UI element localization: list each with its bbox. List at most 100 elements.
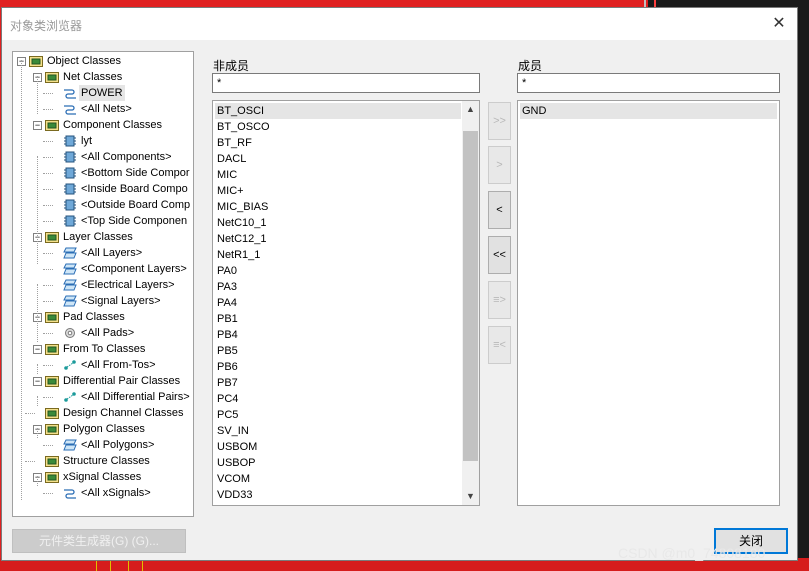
tree-item[interactable]: <All Nets> [13,101,193,117]
list-item[interactable]: PB7 [215,375,461,391]
members-list[interactable]: GND [517,100,780,506]
from-to-classes-icon [45,343,59,355]
list-item[interactable]: NetC10_1 [215,215,461,231]
pad-classes-icon [45,311,59,323]
tree-item-label: Differential Pair Classes [63,375,181,387]
tree-item-label: Component Classes [63,119,163,131]
tree-item[interactable]: − From To Classes [13,341,193,357]
tree-item[interactable]: − Component Classes [13,117,193,133]
list-item[interactable]: USBOP [215,455,461,471]
non-members-list[interactable]: BT_OSCI BT_OSCO BT_RF DACL MIC MIC+ MIC_BIAS Ne… [212,100,480,506]
list-item[interactable]: PB4 [215,327,461,343]
diff-pair-classes-icon [45,375,59,387]
tree-item[interactable]: Structure Classes [13,453,193,469]
list-item[interactable]: VDD33 [215,487,461,503]
tree-item[interactable]: − Differential Pair Classes [13,373,193,389]
tree-connector [43,205,53,206]
list-item[interactable]: BT_RF [215,135,461,151]
list-item[interactable]: PC5 [215,407,461,423]
tree-item[interactable]: <All From-Tos> [13,357,193,373]
tree-item-label: POWER [79,85,125,101]
net-classes-icon [45,71,59,83]
tree-item[interactable]: − Pad Classes [13,309,193,325]
list-item[interactable]: VCOM [215,471,461,487]
list-item[interactable]: PA4 [215,295,461,311]
remove-button[interactable]: < [488,191,511,229]
list-item[interactable]: BT_OSCO [215,119,461,135]
list-item[interactable]: BT_OSCI [215,103,461,119]
scroll-down-icon[interactable]: ▼ [462,488,479,505]
add-all-button[interactable]: >> [488,102,511,140]
tree-connector [43,397,53,398]
list-item[interactable]: SV_IN [215,423,461,439]
tree-item[interactable]: <All xSignals> [13,485,193,501]
tree-item[interactable]: POWER [13,85,193,101]
component-class-icon [63,135,77,147]
tree-item[interactable]: <All Polygons> [13,437,193,453]
list-item[interactable]: NetC12_1 [215,231,461,247]
tree-item[interactable]: − Polygon Classes [13,421,193,437]
members-filter-input[interactable] [517,73,780,93]
tree-item-label: <All Polygons> [81,439,155,451]
tree-connector [43,173,53,174]
list-item[interactable]: USBOM [215,439,461,455]
add-button[interactable]: > [488,146,511,184]
list-item[interactable]: DACL [215,151,461,167]
tree-item[interactable]: <Signal Layers> [13,293,193,309]
tree-item[interactable]: − Layer Classes [13,229,193,245]
tree-item-label: <All Differential Pairs> [81,391,190,403]
tree-item[interactable]: <All Components> [13,149,193,165]
scrollbar-thumb[interactable] [463,131,478,461]
remove-all-button[interactable]: << [488,236,511,274]
tree-item[interactable]: <Outside Board Comp [13,197,193,213]
tree-item-label: Net Classes [63,71,123,83]
tree-connector [43,269,53,270]
tree-item[interactable]: <All Differential Pairs> [13,389,193,405]
collapse-icon[interactable]: − [33,345,42,354]
remove-selected-button[interactable]: ≡< [488,326,511,364]
list-item[interactable]: MIC [215,167,461,183]
scroll-up-icon[interactable]: ▲ [462,101,479,118]
tree-connector [43,109,53,110]
list-item[interactable]: MIC+ [215,183,461,199]
tree-item-label: <All xSignals> [81,487,151,499]
watermark-text: CSDN @m0_74808180 [618,545,766,561]
object-classes-tree[interactable]: − Object Classes − Net Classes POWER <All Net… [12,51,194,517]
component-class-generator-button[interactable]: 元件类生成器(G) (G)... [12,529,186,553]
tree-item[interactable]: lyt [13,133,193,149]
component-class-icon [63,215,77,227]
tree-item[interactable]: − xSignal Classes [13,469,193,485]
tree-connector [43,301,53,302]
tree-item-label: <Bottom Side Compor [81,167,190,179]
tree-item[interactable]: <Component Layers> [13,261,193,277]
tree-item[interactable]: <All Layers> [13,245,193,261]
tree-item[interactable]: Design Channel Classes [13,405,193,421]
list-item[interactable]: NetR1_1 [215,247,461,263]
list-item[interactable]: PB5 [215,343,461,359]
collapse-icon[interactable]: − [33,121,42,130]
tree-item[interactable]: <All Pads> [13,325,193,341]
list-item[interactable]: PA3 [215,279,461,295]
tree-item[interactable]: <Bottom Side Compor [13,165,193,181]
tree-item[interactable]: <Electrical Layers> [13,277,193,293]
list-item[interactable]: PA0 [215,263,461,279]
non-members-scrollbar[interactable]: ▲ ▼ [462,101,479,505]
list-item[interactable]: PB6 [215,359,461,375]
tree-item[interactable]: − Net Classes [13,69,193,85]
tree-item[interactable]: <Inside Board Compo [13,181,193,197]
net-class-icon [63,103,77,115]
collapse-icon[interactable]: − [33,377,42,386]
tree-item[interactable]: − Object Classes [13,53,193,69]
list-item[interactable]: PB1 [215,311,461,327]
tree-item-label: From To Classes [63,343,146,355]
component-class-icon [63,167,77,179]
close-icon[interactable]: ✕ [771,16,787,32]
list-item[interactable]: GND [520,103,777,119]
add-selected-button[interactable]: ≡> [488,281,511,319]
from-to-class-icon [63,359,77,371]
list-item[interactable]: PC4 [215,391,461,407]
tree-connector [37,76,38,114]
list-item[interactable]: MIC_BIAS [215,199,461,215]
non-members-filter-input[interactable] [212,73,480,93]
tree-item[interactable]: <Top Side Componen [13,213,193,229]
